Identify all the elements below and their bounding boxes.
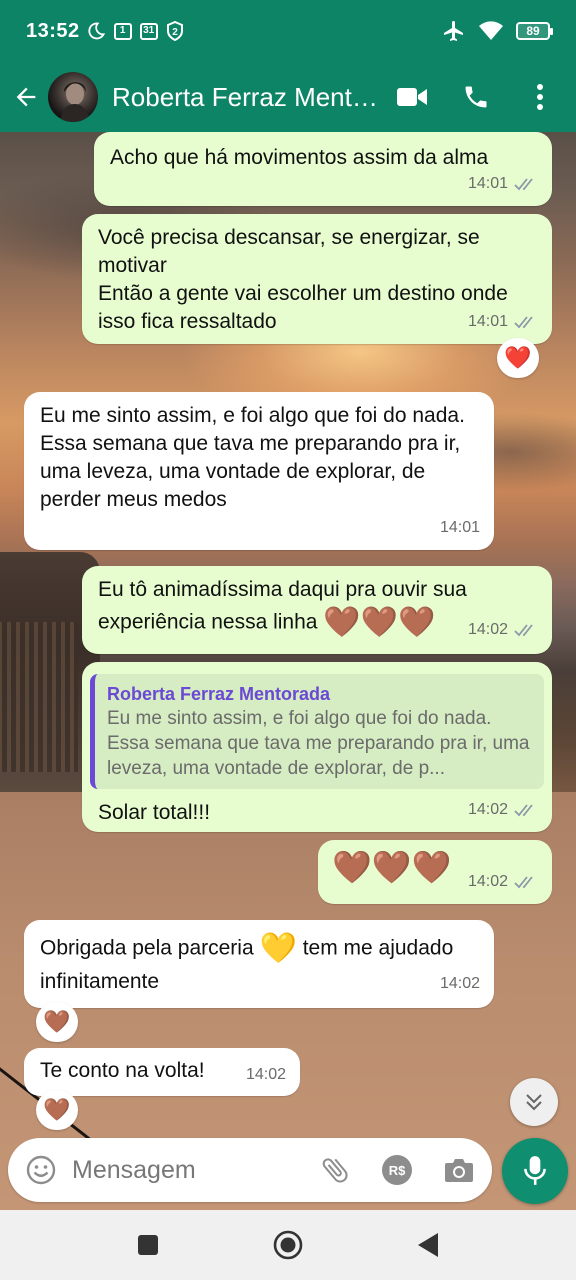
message-meta: 14:01 [468,170,538,198]
message-composer[interactable]: Mensagem R$ [8,1138,492,1202]
mic-icon [524,1156,546,1185]
message-incoming[interactable]: Obrigada pela parceria 💛 tem me ajudado … [24,920,494,1008]
message-meta: 14:02 [468,868,538,896]
message-meta: 14:01 [440,514,480,542]
chat-header: Roberta Ferraz Mentorada [0,62,576,132]
yellow-heart-emoji: 💛 [259,932,297,965]
back-nav-button[interactable] [406,1223,450,1267]
message-text: Eu me sinto assim, e foi algo que foi do… [40,404,465,511]
avatar[interactable] [48,72,98,122]
camera-button[interactable] [436,1147,482,1193]
message-time: 14:02 [467,801,508,818]
avatar-photo [60,82,90,122]
voice-message-button[interactable] [502,1138,568,1204]
double-check-icon [514,804,533,817]
video-call-icon [397,88,427,106]
reaction-heart[interactable]: ❤️ [497,338,539,378]
airplane-icon [444,21,463,41]
message-outgoing-reply[interactable]: Roberta Ferraz Mentorada Eu me sinto ass… [82,662,552,832]
message-incoming[interactable]: Eu me sinto assim, e foi algo que foi do… [24,392,494,550]
quoted-message[interactable]: Roberta Ferraz Mentorada Eu me sinto ass… [90,674,544,789]
payment-icon: R$ [382,1155,412,1185]
status-icons-right: 89 [442,19,553,43]
home-button[interactable] [266,1223,310,1267]
message-outgoing[interactable]: Eu tô animadíssima daqui pra ouvir sua e… [82,566,552,654]
message-time: 14:02 [245,1066,286,1083]
attach-icon [322,1158,348,1183]
top-bar: 13:52 1 31 2 89 Roberta Ferraz Mentorada [0,0,576,132]
svg-text:2: 2 [172,27,178,38]
battery-icon: 89 [516,22,553,40]
message-time: 14:02 [467,873,508,890]
message-meta: 14:02 [246,1062,286,1088]
quoted-text: Eu me sinto assim, e foi algo que foi do… [107,708,530,779]
contact-name[interactable]: Roberta Ferraz Mentorada [112,82,378,113]
system-nav-bar [0,1210,576,1280]
message-time: 14:01 [467,313,508,330]
emoji-icon [26,1155,56,1185]
double-check-icon [514,624,533,637]
message-time: 14:01 [439,519,480,536]
message-text: Acho que há movimentos assim da alma [110,146,489,169]
header-actions [390,75,576,119]
video-call-button[interactable] [390,75,434,119]
reaction-brown-heart[interactable]: 🤎 [36,1002,78,1042]
message-meta: 14:01 [468,308,538,336]
reaction-brown-heart[interactable]: 🤎 [36,1090,78,1130]
emoji-button[interactable] [24,1153,58,1187]
recents-button[interactable] [126,1223,170,1267]
quoted-author: Roberta Ferraz Mentorada [107,684,331,704]
camera-icon [445,1159,473,1182]
back-arrow-icon [16,87,36,107]
wifi-icon [479,21,503,40]
message-incoming[interactable]: Te conto na volta! 14:02 [24,1048,300,1096]
attach-button[interactable] [312,1147,358,1193]
double-check-icon [514,316,533,329]
recents-icon [138,1235,158,1255]
message-meta: 14:02 [468,796,538,824]
voice-call-button[interactable] [454,75,498,119]
message-outgoing[interactable]: Acho que há movimentos assim da alma 14:… [94,132,552,206]
brown-hearts-emoji: 🤎🤎🤎 [332,849,452,885]
brown-hearts-emoji: 🤎🤎🤎 [323,606,436,639]
message-time: 14:01 [467,175,508,192]
message-time: 14:02 [467,621,508,638]
phone-icon [465,86,487,108]
home-icon [273,1230,303,1260]
chat-area[interactable]: Acho que há movimentos assim da alma 14:… [0,132,576,1210]
back-button[interactable] [4,75,48,119]
payment-button[interactable]: R$ [374,1147,420,1193]
message-text: Obrigada pela parceria [40,936,254,960]
status-icons-left: 1 31 2 [86,21,184,41]
back-icon [418,1233,438,1257]
scroll-to-bottom-button[interactable] [510,1078,558,1126]
calendar-31-icon: 31 [139,22,158,40]
double-chevron-down-icon [526,1094,542,1111]
message-input[interactable]: Mensagem [72,1156,312,1185]
message-outgoing[interactable]: Você precisa descansar, se energizar, se… [82,214,552,344]
message-text: Te conto na volta! [40,1059,205,1082]
double-check-icon [514,876,533,889]
double-check-icon [514,178,533,191]
moon-icon [88,22,105,40]
status-time: 13:52 [26,19,80,42]
message-outgoing[interactable]: 🤎🤎🤎 14:02 [318,840,552,904]
message-meta: 14:02 [468,614,538,646]
more-options-button[interactable] [518,75,562,119]
message-time: 14:02 [439,975,480,992]
sim1-icon: 1 [113,22,132,40]
message-meta: 14:02 [440,968,480,1000]
status-bar: 13:52 1 31 2 89 [0,0,576,62]
more-vert-icon [537,84,543,110]
badge-2-icon: 2 [166,21,183,41]
